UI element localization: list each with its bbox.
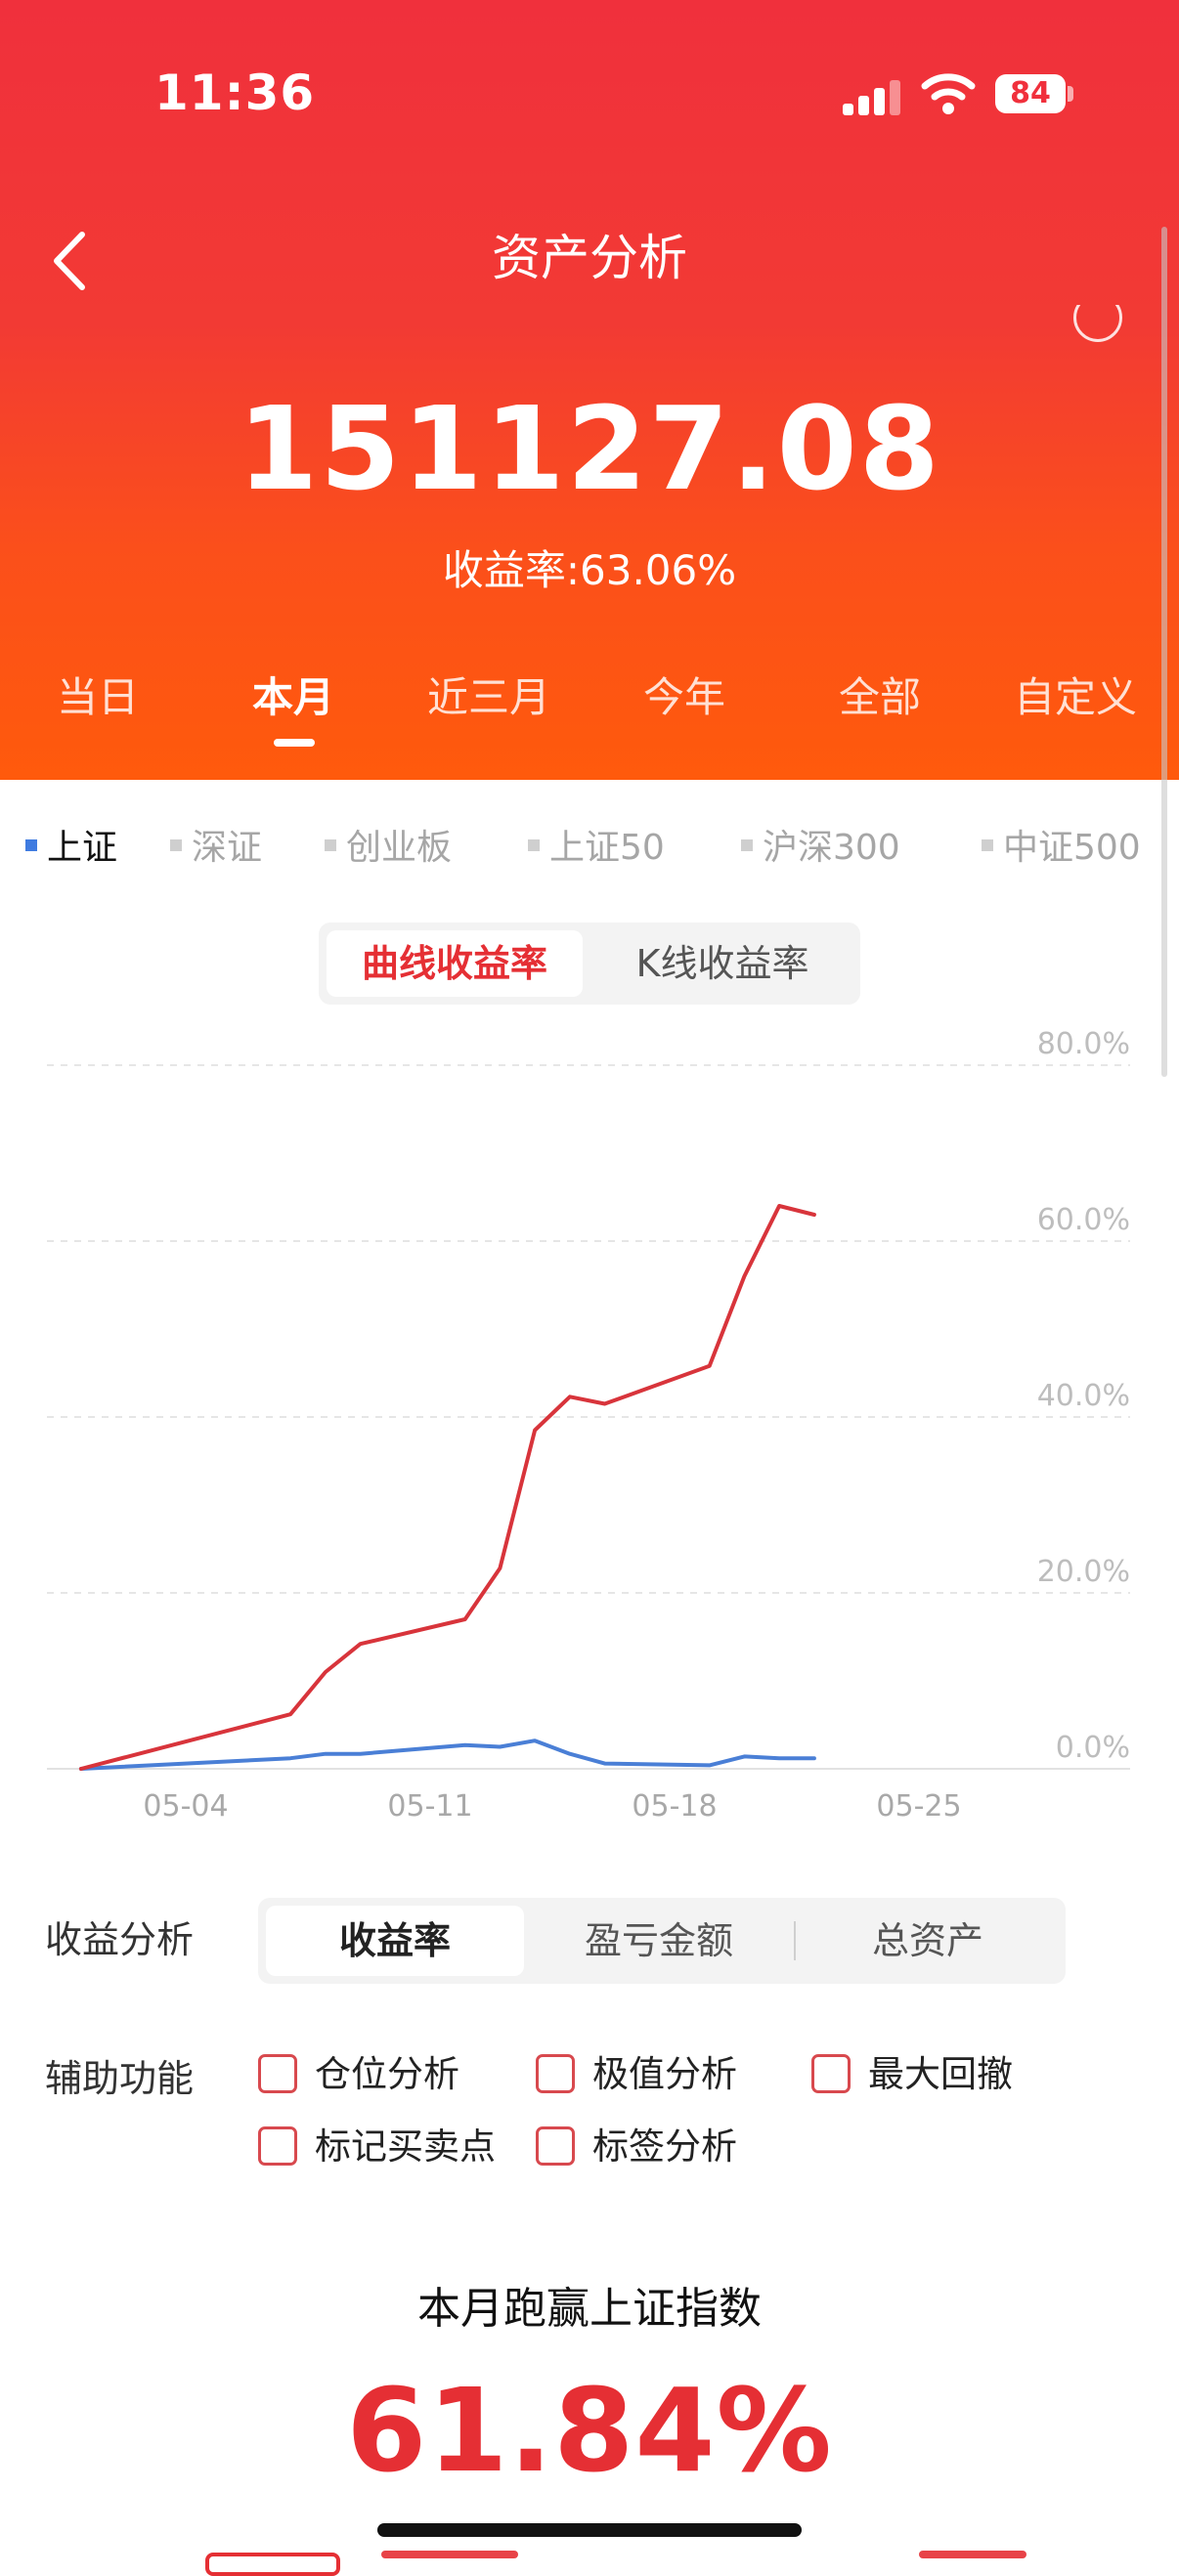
index-dot-icon xyxy=(170,839,182,851)
y-tick-label: 20.0% xyxy=(1037,1555,1130,1589)
index-dot-icon xyxy=(528,839,540,851)
max-drawdown-checkbox[interactable]: 最大回撤 xyxy=(811,2044,1013,2103)
x-tick-label: 05-11 xyxy=(387,1789,472,1824)
index-label: 创业板 xyxy=(346,828,453,868)
return-chart: 80.0% 60.0% 40.0% 20.0% 0.0% 05-04 05-11 05-18 0… xyxy=(47,1027,1130,1824)
index-label: 上证 xyxy=(47,828,118,868)
index-label: 深证 xyxy=(192,828,263,868)
x-tick-label: 05-18 xyxy=(632,1789,717,1824)
index-label: 沪深300 xyxy=(763,828,900,868)
status-bar: 11:36 84 xyxy=(0,0,1179,195)
tag-analysis-checkbox[interactable]: 标签分析 xyxy=(536,2117,737,2175)
index-label: 中证500 xyxy=(1003,828,1141,868)
index-item-sse50[interactable]: 上证50 xyxy=(528,819,665,870)
index-item-csi300[interactable]: 沪深300 xyxy=(741,819,900,870)
x-tick-label: 05-04 xyxy=(143,1789,228,1824)
analysis-label: 收益分析 xyxy=(45,1918,195,1961)
cellular-signal-icon xyxy=(843,76,901,115)
mark-trade-points-checkbox[interactable]: 标记买卖点 xyxy=(258,2117,496,2175)
y-tick-label: 40.0% xyxy=(1037,1379,1130,1413)
y-tick-label: 60.0% xyxy=(1037,1203,1130,1237)
total-assets-button[interactable]: 总资产 xyxy=(798,1906,1058,1976)
position-analysis-checkbox[interactable]: 仓位分析 xyxy=(258,2044,459,2103)
index-item-shanghai[interactable]: 上证 xyxy=(25,819,117,870)
tab-today[interactable]: 当日 xyxy=(0,665,196,724)
profit-loss-button[interactable]: 盈亏金额 xyxy=(530,1906,788,1976)
beat-index-title: 本月跑赢上证指数 xyxy=(417,2284,762,2334)
active-tab-indicator xyxy=(274,739,315,747)
index-dot-icon xyxy=(741,839,753,851)
index-dot-icon xyxy=(982,839,993,851)
index-label: 上证50 xyxy=(549,828,665,868)
y-tick-label: 80.0% xyxy=(1037,1027,1130,1061)
segment-divider xyxy=(794,1921,796,1960)
checkbox-label: 极值分析 xyxy=(592,2053,737,2095)
extreme-analysis-checkbox[interactable]: 极值分析 xyxy=(536,2044,737,2103)
battery-tip xyxy=(1068,86,1073,102)
period-tabs: 当日 本月 近三月 今年 全部 自定义 xyxy=(0,665,1179,752)
return-rate-button[interactable]: 收益率 xyxy=(266,1906,524,1976)
tab-this-year[interactable]: 今年 xyxy=(587,665,782,724)
tab-all[interactable]: 全部 xyxy=(782,665,978,724)
beat-index-value: 61.84% xyxy=(346,2363,833,2498)
checkbox-icon xyxy=(536,2125,575,2166)
index-item-csi500[interactable]: 中证500 xyxy=(982,819,1141,870)
index-item-chinext[interactable]: 创业板 xyxy=(325,819,452,870)
index-selector: 上证 深证 创业板 上证50 沪深300 中证500 xyxy=(0,819,1179,878)
page-title: 资产分析 xyxy=(492,230,687,286)
partial-row-text xyxy=(381,2551,518,2558)
total-assets-value: 151127.08 xyxy=(238,381,941,516)
index-item-shenzhen[interactable]: 深证 xyxy=(170,819,262,870)
tab-this-month[interactable]: 本月 xyxy=(196,665,391,724)
index-series-line xyxy=(78,1739,816,1771)
chart-mode-toggle: 曲线收益率 K线收益率 xyxy=(319,923,860,1005)
checkbox-label: 最大回撤 xyxy=(868,2053,1013,2095)
checkbox-icon xyxy=(258,2125,297,2166)
checkbox-icon xyxy=(811,2053,851,2093)
checkbox-icon xyxy=(258,2053,297,2093)
analysis-toggle: 收益率 盈亏金额 总资产 xyxy=(258,1898,1066,1984)
x-tick-label: 05-25 xyxy=(876,1789,961,1824)
checkbox-label: 标记买卖点 xyxy=(315,2125,496,2168)
portfolio-series-line xyxy=(78,1204,816,1771)
checkbox-label: 仓位分析 xyxy=(315,2053,459,2095)
aux-functions-label: 辅助功能 xyxy=(45,2057,195,2100)
scrollbar[interactable] xyxy=(1161,227,1167,1077)
tab-custom[interactable]: 自定义 xyxy=(978,665,1173,724)
info-icon[interactable] xyxy=(1073,305,1122,344)
return-rate-text: 收益率:63.06% xyxy=(442,546,737,594)
partial-row-marker xyxy=(205,2553,340,2576)
curve-return-button[interactable]: 曲线收益率 xyxy=(327,930,583,997)
home-indicator xyxy=(377,2523,802,2537)
checkbox-icon xyxy=(536,2053,575,2093)
y-tick-label: 0.0% xyxy=(1056,1731,1130,1765)
battery-icon: 84 xyxy=(995,74,1066,113)
kline-return-button[interactable]: K线收益率 xyxy=(592,930,852,997)
checkbox-label: 标签分析 xyxy=(592,2125,737,2168)
tab-last-three-months[interactable]: 近三月 xyxy=(391,665,587,724)
index-dot-icon xyxy=(325,839,336,851)
wifi-icon xyxy=(921,73,976,114)
index-dot-icon xyxy=(25,839,37,851)
status-time: 11:36 xyxy=(154,64,316,121)
partial-row-text xyxy=(919,2551,1026,2558)
